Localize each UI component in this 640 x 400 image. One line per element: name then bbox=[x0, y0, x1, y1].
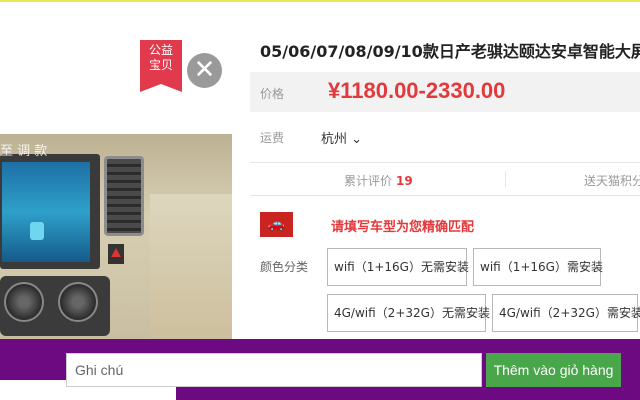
dashboard-panel bbox=[150, 194, 232, 340]
note-input[interactable] bbox=[66, 353, 482, 387]
color-category-label: 颜色分类 bbox=[260, 260, 309, 274]
shipping-location-dropdown[interactable]: 杭州 ⌄ bbox=[321, 128, 362, 147]
climate-knob bbox=[4, 282, 44, 322]
car-fit-text: 请填写车型为您精确匹配 bbox=[331, 220, 475, 235]
air-vent bbox=[104, 156, 144, 236]
close-icon: ✕ bbox=[193, 55, 216, 85]
price-row: 价格 ¥1180.00-2330.00 bbox=[250, 72, 640, 112]
review-number: 19 bbox=[396, 174, 413, 188]
color-option[interactable]: 4G/wifi（2+32G）需安装 bbox=[492, 294, 640, 332]
shipping-location: 杭州 bbox=[321, 132, 348, 147]
stats-divider bbox=[505, 171, 506, 187]
color-option[interactable]: 4G/wifi（2+32G）无需安装 bbox=[327, 294, 490, 332]
review-label: 累计评价 bbox=[344, 174, 393, 188]
hazard-button-icon bbox=[108, 244, 124, 264]
tmall-points: 送天猫积分 bbox=[584, 174, 640, 188]
charity-badge-line1: 公益 bbox=[148, 43, 173, 57]
climate-knob bbox=[58, 282, 98, 322]
color-option[interactable]: wifi（1+16G）无需安装 bbox=[327, 248, 469, 286]
head-unit-screen bbox=[2, 162, 90, 262]
screen-app-icon bbox=[30, 222, 44, 240]
color-option[interactable]: wifi（1+16G）需安装 bbox=[473, 248, 603, 286]
price-label: 价格 bbox=[260, 87, 285, 101]
close-button[interactable]: ✕ bbox=[187, 53, 222, 88]
stats-row: 累计评价 19 送天猫积分 bbox=[250, 162, 640, 196]
photo-caption: 至 调 款 bbox=[0, 144, 48, 159]
top-accent-line bbox=[0, 0, 640, 2]
charity-badge-line2: 宝贝 bbox=[148, 58, 173, 72]
review-count[interactable]: 累计评价 19 bbox=[344, 172, 413, 189]
product-image[interactable]: 至 调 款 bbox=[0, 134, 232, 340]
add-to-cart-button[interactable]: Thêm vào giỏ hàng bbox=[486, 353, 621, 387]
charity-badge: 公益 宝贝 bbox=[140, 40, 182, 92]
product-title: 05/06/07/08/09/10款日产老骐达颐达安卓智能大屏 bbox=[260, 42, 640, 61]
car-icon: 🚗 bbox=[260, 212, 293, 237]
shipping-label: 运费 bbox=[260, 131, 285, 145]
price-value: ¥1180.00-2330.00 bbox=[328, 78, 506, 103]
chevron-down-icon: ⌄ bbox=[347, 132, 363, 147]
